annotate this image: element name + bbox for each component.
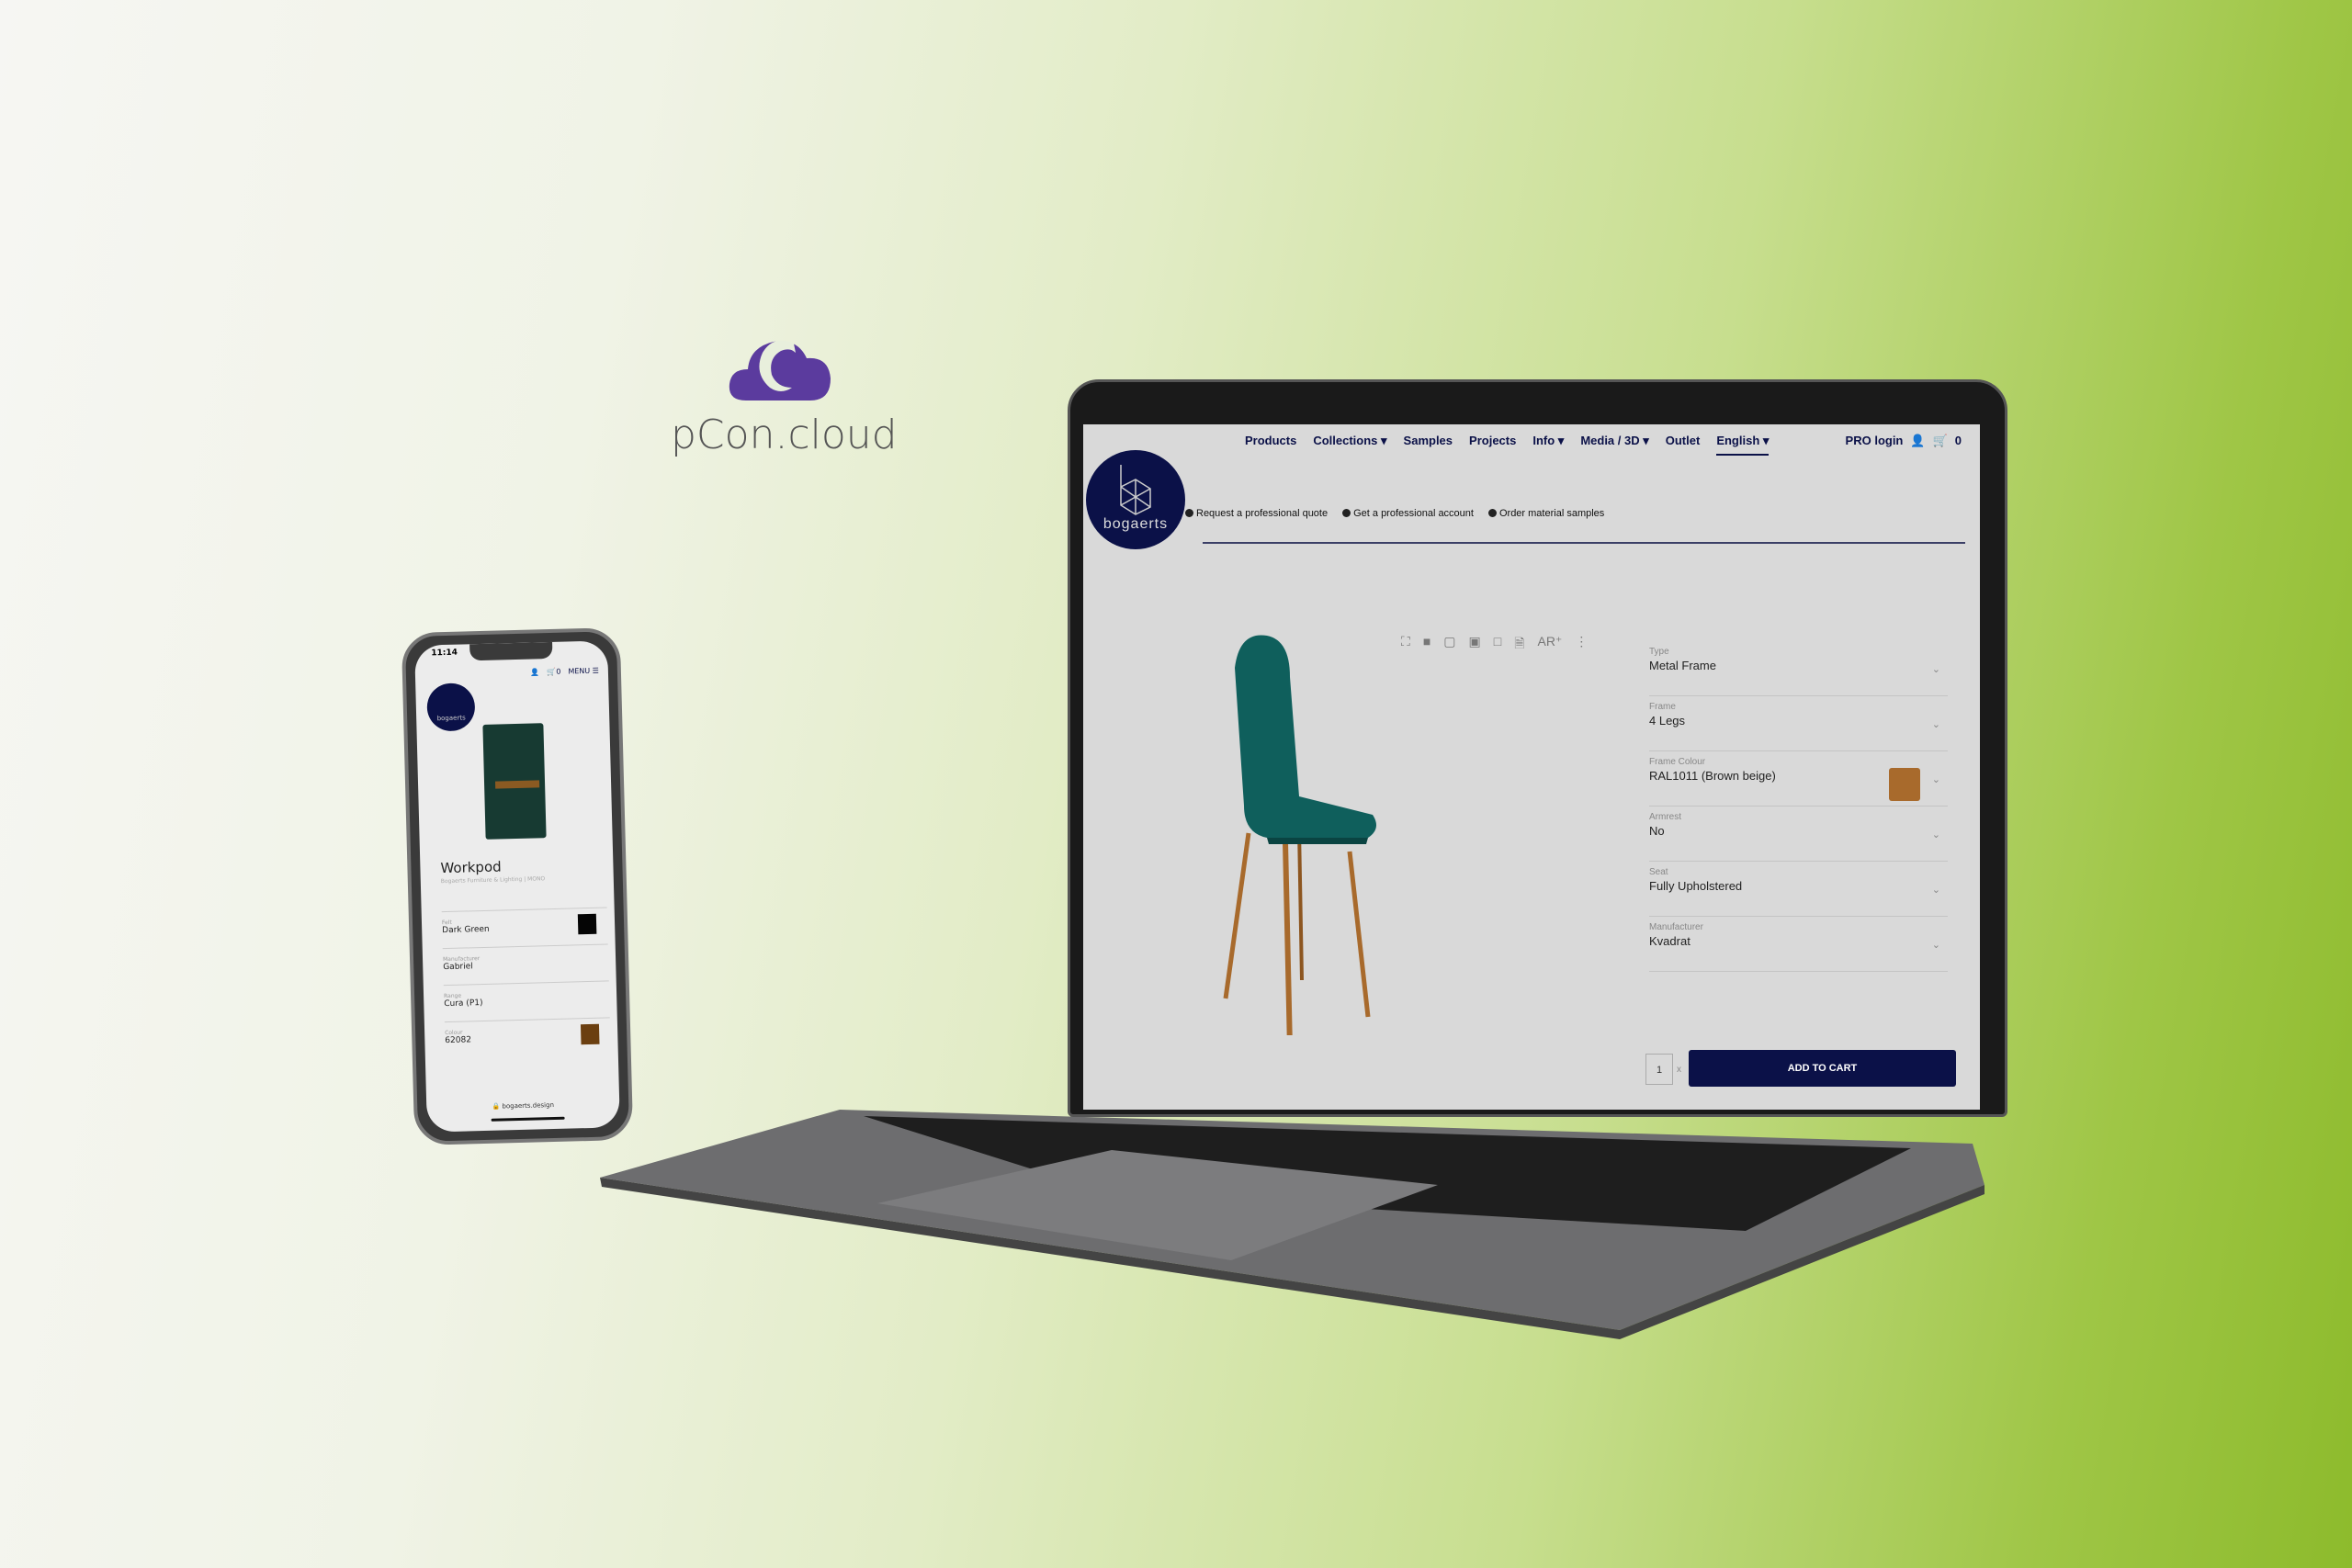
option-manufacturer[interactable]: Manufacturer Kvadrat ⌄ — [1649, 917, 1948, 972]
info-icon — [1487, 509, 1497, 517]
nav-info[interactable]: Info ▾ — [1532, 434, 1564, 456]
option-felt[interactable]: Felt Dark Green — [441, 907, 608, 936]
chevron-down-icon: ⌄ — [1931, 885, 1940, 896]
cart-icon[interactable]: 🛒0 — [547, 668, 560, 676]
chair-3d-model[interactable] — [1212, 631, 1460, 1035]
phone-header: 👤 🛒0 MENU ☰ — [530, 667, 599, 677]
more-icon[interactable]: ⋮ — [1575, 634, 1588, 656]
bogaerts-logo[interactable]: bogaerts — [426, 682, 476, 732]
cart-icon[interactable]: 🛒 — [1933, 434, 1948, 448]
info-icon — [1185, 509, 1193, 517]
chevron-down-icon: ⌄ — [1931, 940, 1940, 951]
cart-count: 0 — [1954, 434, 1962, 447]
configurator-options: Type Metal Frame ⌄ Frame 4 Legs ⌄ Frame Colo… — [1649, 641, 1948, 972]
chevron-down-icon: ⌄ — [1931, 774, 1940, 785]
document-icon[interactable]: 🗎 — [1514, 634, 1524, 656]
home-indicator — [491, 1116, 565, 1122]
main-nav: Products Collections ▾ Samples Projects … — [1245, 434, 1770, 456]
colour-swatch — [577, 913, 597, 935]
order-samples-link[interactable]: Order material samples — [1487, 508, 1604, 519]
chevron-down-icon: ⌄ — [1931, 664, 1940, 675]
colour-swatch — [1889, 768, 1920, 801]
quantity-input[interactable]: 1 — [1645, 1054, 1673, 1085]
ar-button[interactable]: AR⁺ — [1537, 634, 1562, 656]
cube-outline-icon[interactable]: □ — [1494, 634, 1501, 656]
cube-shaded-icon[interactable]: ▣ — [1469, 634, 1481, 656]
option-type[interactable]: Type Metal Frame ⌄ — [1649, 641, 1948, 696]
logo-mark-icon — [1120, 465, 1151, 515]
nav-language[interactable]: English ▾ — [1716, 434, 1770, 456]
pro-login-link[interactable]: PRO login — [1846, 434, 1904, 448]
user-icon[interactable]: 👤 — [1910, 434, 1925, 448]
phone-notch — [469, 641, 553, 661]
add-to-cart-button[interactable]: ADD TO CART — [1689, 1050, 1956, 1087]
nav-samples[interactable]: Samples — [1404, 434, 1453, 456]
url-bar[interactable]: 🔒 bogaerts.design — [426, 1100, 619, 1111]
option-armrest[interactable]: Armrest No ⌄ — [1649, 807, 1948, 862]
option-colour[interactable]: Colour 62082 — [444, 1017, 611, 1046]
option-frame[interactable]: Frame 4 Legs ⌄ — [1649, 696, 1948, 751]
nav-outlet[interactable]: Outlet — [1666, 434, 1701, 456]
bogaerts-logo[interactable]: bogaerts — [1086, 450, 1185, 549]
colour-swatch — [580, 1023, 600, 1045]
phone-screen: 11:14 👤 🛒0 MENU ☰ bogaerts Workpod Bogae… — [414, 640, 620, 1133]
info-links: Request a professional quote Get a profe… — [1185, 508, 1604, 519]
status-time: 11:14 — [431, 648, 458, 659]
chevron-down-icon: ⌄ — [1931, 719, 1940, 730]
info-icon — [1342, 509, 1351, 517]
quantity-multiplier: x — [1677, 1065, 1681, 1075]
professional-account-link[interactable]: Get a professional account — [1342, 508, 1474, 519]
laptop-screen: Products Collections ▾ Samples Projects … — [1083, 424, 1980, 1110]
nav-collections[interactable]: Collections ▾ — [1313, 434, 1386, 456]
option-range[interactable]: Range Cura (P1) — [443, 980, 610, 1010]
option-frame-colour[interactable]: Frame Colour RAL1011 (Brown beige) ⌄ — [1649, 751, 1948, 807]
account-area: PRO login 👤 🛒 0 — [1846, 434, 1962, 448]
option-manufacturer[interactable]: Manufacturer Gabriel — [442, 943, 609, 973]
product-title: Workpod — [440, 858, 502, 877]
phone: 11:14 👤 🛒0 MENU ☰ bogaerts Workpod Bogae… — [401, 626, 634, 1146]
product-subtitle: Bogaerts Furniture & Lighting | MONO — [440, 875, 546, 886]
nav-projects[interactable]: Projects — [1469, 434, 1516, 456]
workpod-3d-model[interactable] — [482, 723, 547, 840]
user-icon[interactable]: 👤 — [530, 668, 539, 676]
nav-media-3d[interactable]: Media / 3D ▾ — [1580, 434, 1648, 456]
nav-products[interactable]: Products — [1245, 434, 1296, 456]
chevron-down-icon: ⌄ — [1931, 829, 1940, 840]
option-seat[interactable]: Seat Fully Upholstered ⌄ — [1649, 862, 1948, 917]
request-quote-link[interactable]: Request a professional quote — [1185, 508, 1328, 519]
header-divider — [1203, 542, 1965, 544]
menu-button[interactable]: MENU ☰ — [568, 667, 599, 676]
